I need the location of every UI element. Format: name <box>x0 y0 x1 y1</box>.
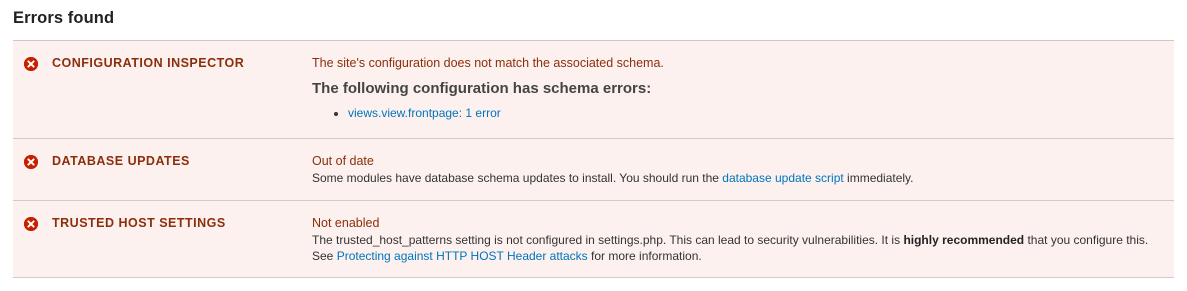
error-circle-icon <box>24 217 38 231</box>
row-title: TRUSTED HOST SETTINGS <box>52 216 226 230</box>
description-text: The trusted_host_patterns setting is not… <box>312 233 904 247</box>
row-description: The site's configuration does not match … <box>312 55 1164 121</box>
schema-error-list: views.view.frontpage: 1 error <box>312 105 1164 121</box>
list-item: views.view.frontpage: 1 error <box>348 105 1164 121</box>
status-row-database-updates: DATABASE UPDATES Out of date Some module… <box>13 139 1174 201</box>
status-row-trusted-host-settings: TRUSTED HOST SETTINGS Not enabled The tr… <box>13 201 1174 278</box>
status-text: Out of date <box>312 154 374 168</box>
status-text: Not enabled <box>312 216 380 230</box>
row-description: Not enabled The trusted_host_patterns se… <box>312 215 1164 264</box>
row-title: CONFIGURATION INSPECTOR <box>52 56 245 70</box>
row-description: Out of date Some modules have database s… <box>312 153 1164 186</box>
description-text: Some modules have database schema update… <box>312 171 723 185</box>
section-title: Errors found <box>13 9 115 27</box>
row-title: DATABASE UPDATES <box>52 154 190 168</box>
status-report-table: CONFIGURATION INSPECTOR The site's confi… <box>13 40 1174 278</box>
status-row-configuration-inspector: CONFIGURATION INSPECTOR The site's confi… <box>13 41 1174 139</box>
schema-errors-heading: The following configuration has schema e… <box>312 80 652 97</box>
error-circle-icon <box>24 155 38 169</box>
schema-error-link[interactable]: views.view.frontpage: 1 error <box>348 106 501 120</box>
http-host-attacks-link[interactable]: Protecting against HTTP HOST Header atta… <box>337 249 588 263</box>
description-text: immediately. <box>843 171 914 185</box>
status-text: The site's configuration does not match … <box>312 56 664 70</box>
description-text: for more information. <box>587 249 702 263</box>
error-circle-icon <box>24 57 38 71</box>
emphasis-text: highly recommended <box>903 233 1025 247</box>
database-update-script-link[interactable]: database update script <box>722 171 843 185</box>
